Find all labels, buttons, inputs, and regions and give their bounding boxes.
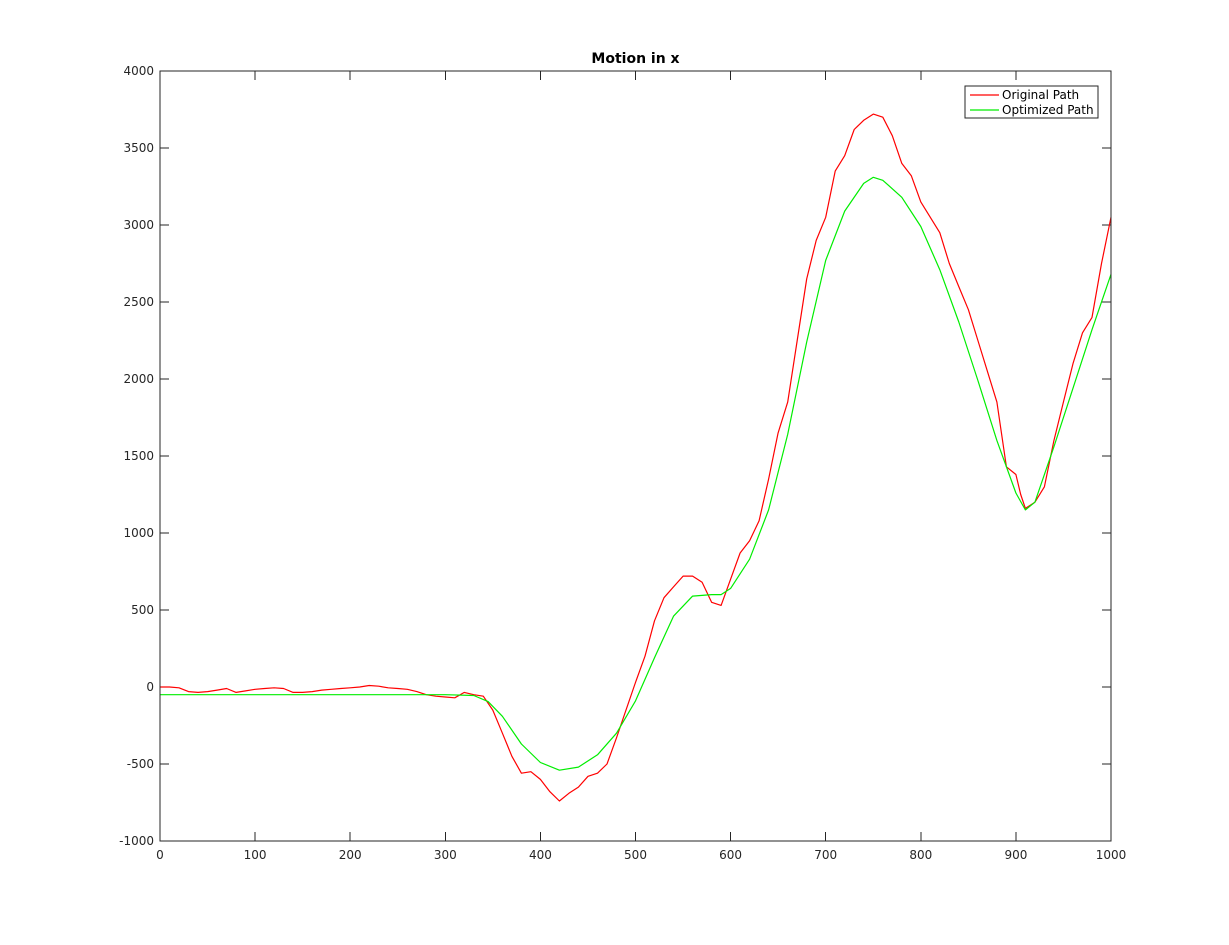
y-tick-label: 3500 bbox=[123, 141, 154, 155]
legend-label-optimized-path: Optimized Path bbox=[1002, 103, 1094, 117]
x-tick-label: 400 bbox=[529, 848, 552, 862]
y-tick-label: 2500 bbox=[123, 295, 154, 309]
chart-title: Motion in x bbox=[591, 51, 679, 67]
x-tick-label: 800 bbox=[909, 848, 932, 862]
y-tick-label: 0 bbox=[146, 680, 154, 694]
y-axis: -1000 -500 0 500 1000 1500 2000 2500 3000 3500 400… bbox=[119, 64, 1111, 848]
x-tick-label: 300 bbox=[434, 848, 457, 862]
y-tick-label: -500 bbox=[127, 757, 154, 771]
x-tick-label: 600 bbox=[719, 848, 742, 862]
y-tick-label: 3000 bbox=[123, 218, 154, 232]
y-tick-label: 4000 bbox=[123, 64, 154, 78]
y-tick-label: 1000 bbox=[123, 526, 154, 540]
y-tick-label: 500 bbox=[131, 603, 154, 617]
x-tick-label: 1000 bbox=[1096, 848, 1127, 862]
x-tick-label: 100 bbox=[244, 848, 267, 862]
x-tick-label: 0 bbox=[156, 848, 164, 862]
y-tick-label: 2000 bbox=[123, 372, 154, 386]
legend: Original PathOptimized Path bbox=[964, 85, 1099, 119]
x-tick-label: 200 bbox=[339, 848, 362, 862]
x-axis: 0 100 200 300 400 500 600 700 800 900 1000 bbox=[156, 71, 1126, 862]
x-tick-label: 500 bbox=[624, 848, 647, 862]
series-line-original-path bbox=[160, 113, 1112, 802]
y-tick-label: 1500 bbox=[123, 449, 154, 463]
plot-area bbox=[160, 113, 1112, 802]
y-tick-label: -1000 bbox=[119, 834, 154, 848]
chart: Motion in x 0 100 200 300 400 500 600 700 800 900… bbox=[119, 51, 1126, 862]
x-tick-label: 700 bbox=[814, 848, 837, 862]
x-tick-label: 900 bbox=[1004, 848, 1027, 862]
axes-box bbox=[159, 70, 1112, 842]
legend-label-original-path: Original Path bbox=[1002, 88, 1079, 102]
